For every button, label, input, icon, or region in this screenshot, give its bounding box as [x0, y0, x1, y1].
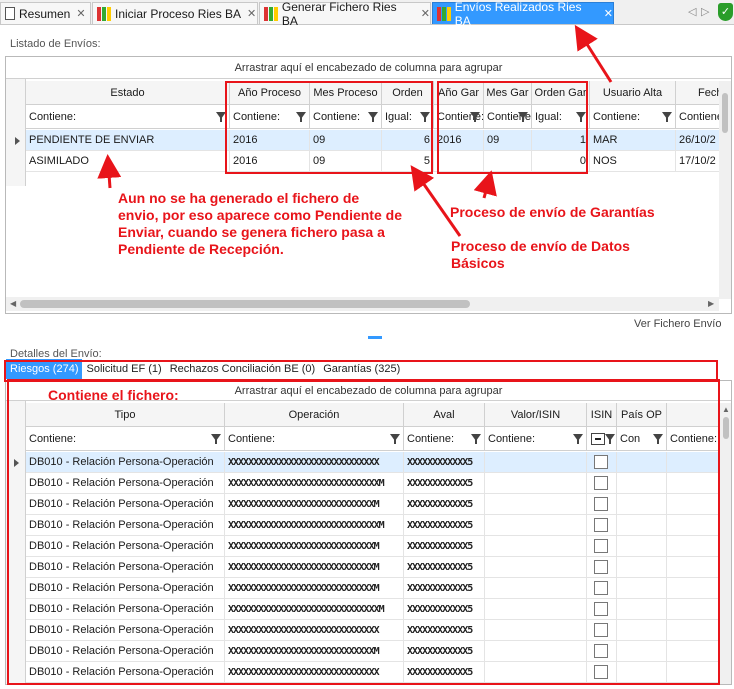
- arrow-to-pendiente: [97, 154, 122, 189]
- annotation-arrows: [97, 24, 613, 237]
- arrow-to-tab: [574, 24, 613, 83]
- arrow-to-garantias: [473, 170, 497, 199]
- arrow-to-basicos: [410, 165, 462, 237]
